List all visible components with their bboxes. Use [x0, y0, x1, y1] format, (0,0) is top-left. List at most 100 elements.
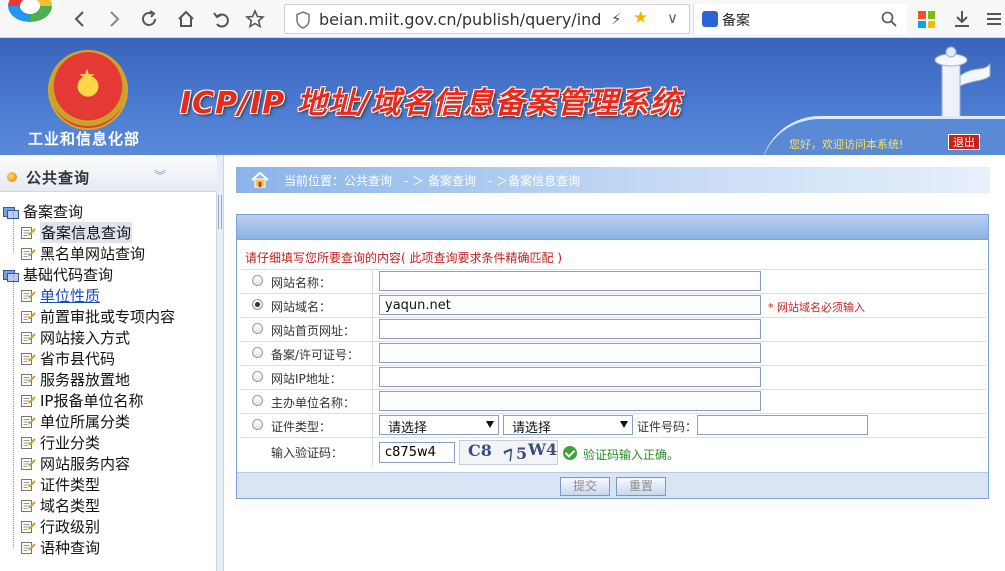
sidebar-item[interactable]: 备案信息查询 [10, 212, 133, 243]
radio-organizer[interactable] [252, 395, 263, 406]
home-icon[interactable] [174, 7, 198, 31]
sidebar-item[interactable]: 单位所属分类 [10, 401, 130, 432]
captcha-char: 5 [516, 444, 528, 463]
bullet-icon [7, 172, 17, 182]
reset-button[interactable]: 重置 [616, 477, 666, 496]
download-icon[interactable] [950, 7, 974, 31]
organizer-input[interactable] [379, 391, 761, 411]
emblem-star-icon: ★ [78, 64, 96, 88]
ministry-name: 工业和信息化部 [28, 130, 141, 148]
url-text[interactable]: beian.miit.gov.cn/publish/query/indexFir… [319, 10, 601, 30]
chevron-down-icon[interactable]: ∨ [667, 9, 678, 27]
field-row-domain: 网站域名： * 网站域名必须输入 [241, 293, 986, 317]
label-domain: 网站域名： [271, 300, 332, 314]
cert-type-select-value: 请选择 [388, 421, 428, 436]
label-cert-type: 证件类型： [271, 420, 332, 434]
sidebar-item[interactable]: 服务器放置地 [10, 359, 130, 390]
welcome-text: 您好，欢迎访问本系统! [789, 138, 904, 151]
page-icon [20, 415, 36, 429]
folder-icon [3, 268, 19, 282]
sidebar-item[interactable]: 域名类型 [10, 485, 100, 516]
page-icon [20, 478, 36, 492]
undo-icon[interactable] [209, 7, 233, 31]
dropdown-arrow-icon [486, 421, 494, 428]
sidebar-item-label: 行业分类 [40, 434, 101, 452]
page-icon [20, 310, 36, 324]
sidebar-item[interactable]: 网站服务内容 [10, 443, 131, 474]
forward-icon[interactable] [102, 7, 126, 31]
page-icon [20, 331, 36, 345]
address-bar[interactable]: beian.miit.gov.cn/publish/query/indexFir… [284, 4, 690, 34]
breadcrumb: 当前位置：公共查询 - ＞ 备案查询 - ＞备案信息查询 [236, 167, 990, 193]
sidebar-item[interactable]: 省市县代码 [10, 338, 115, 369]
radio-cert[interactable] [252, 419, 263, 430]
site-banner: ★ 工业和信息化部 ICP/IP 地址/域名信息备案管理系统 您好，欢迎访问本系… [0, 38, 1005, 155]
label-captcha: 输入验证码： [271, 446, 344, 460]
sidebar-item-label: 备案信息查询 [40, 222, 133, 243]
sidebar-item-label: 语种查询 [40, 539, 101, 557]
cert-type-select[interactable]: 请选择 [379, 415, 499, 436]
double-chevron-down-icon[interactable]: ︾ [154, 167, 166, 184]
sidebar-item[interactable]: 网站接入方式 [10, 317, 130, 348]
captcha-char: C8 [468, 441, 492, 460]
sidebar-item-label: 行政级别 [40, 518, 101, 536]
label-cert-number: 证件号码： [637, 420, 698, 434]
cert-number-input[interactable] [697, 415, 868, 435]
page-icon [20, 247, 36, 261]
logout-button[interactable]: 退出 [948, 134, 980, 150]
shield-icon [296, 11, 310, 29]
apps-icon[interactable] [918, 11, 935, 28]
refresh-icon[interactable] [137, 7, 161, 31]
sidebar-item-label: 黑名单网站查询 [40, 245, 146, 263]
sidebar-item[interactable]: 前置审批或专项内容 [10, 296, 176, 327]
search-icon[interactable] [880, 10, 898, 28]
sidebar-header-label: 公共查询 [26, 169, 91, 187]
sidebar-item[interactable]: 证件类型 [10, 464, 100, 495]
sidebar-item[interactable]: 语种查询 [10, 527, 101, 558]
sidebar-item[interactable]: 行政级别 [10, 506, 101, 537]
browser-logo-icon[interactable] [8, 0, 52, 22]
bolt-icon[interactable]: ⚡ [611, 10, 622, 28]
home-icon[interactable] [250, 171, 270, 189]
radio-license[interactable] [252, 347, 263, 358]
menu-icon[interactable] [982, 7, 1005, 31]
sidebar-group[interactable]: 备案查询 [3, 201, 83, 222]
favorite-star-icon[interactable]: ★ [633, 8, 648, 28]
back-icon[interactable] [68, 7, 92, 31]
sidebar-item-label: 前置审批或专项内容 [40, 308, 176, 326]
radio-ip[interactable] [252, 371, 263, 382]
sidebar-item[interactable]: 黑名单网站查询 [10, 233, 146, 264]
folder-icon [3, 205, 19, 219]
search-box[interactable]: 🐾 备案 [693, 4, 907, 34]
ip-input[interactable] [379, 367, 761, 387]
cert-subtype-select[interactable]: 请选择 [503, 415, 633, 436]
sidebar-item[interactable]: IP报备单位名称 [10, 380, 143, 411]
radio-homepage[interactable] [252, 323, 263, 334]
sidebar-splitter[interactable] [217, 155, 224, 571]
site-name-input[interactable] [379, 271, 761, 291]
page-icon [20, 352, 36, 366]
captcha-image[interactable]: C8 7 5 W4 [459, 440, 558, 465]
sidebar-header[interactable]: 公共查询 ︾ [0, 158, 217, 192]
domain-input[interactable] [379, 295, 761, 315]
sidebar-group[interactable]: 基础代码查询 [3, 264, 113, 285]
license-input[interactable] [379, 343, 761, 363]
radio-domain[interactable] [252, 299, 263, 310]
homepage-input[interactable] [379, 319, 761, 339]
page-icon [20, 457, 36, 471]
sidebar-item-label: 网站服务内容 [40, 455, 131, 473]
search-text[interactable]: 备案 [722, 10, 750, 30]
submit-button[interactable]: 提交 [560, 477, 610, 496]
sidebar-item[interactable]: 行业分类 [10, 422, 101, 453]
page-icon [20, 289, 36, 303]
captcha-input[interactable] [379, 442, 455, 463]
query-note: 请仔细填写您所要查询的内容( 此项查询要求条件精确匹配 ) [245, 251, 562, 265]
label-ip: 网站IP地址： [271, 372, 342, 386]
page-icon [20, 373, 36, 387]
page-icon [20, 226, 36, 240]
sidebar-item[interactable]: 单位性质 [10, 275, 100, 306]
breadcrumb-text: 当前位置：公共查询 - ＞ 备案查询 - ＞备案信息查询 [284, 174, 581, 188]
radio-site-name[interactable] [252, 275, 263, 286]
star-icon[interactable] [243, 7, 267, 31]
label-organizer: 主办单位名称： [271, 396, 356, 410]
